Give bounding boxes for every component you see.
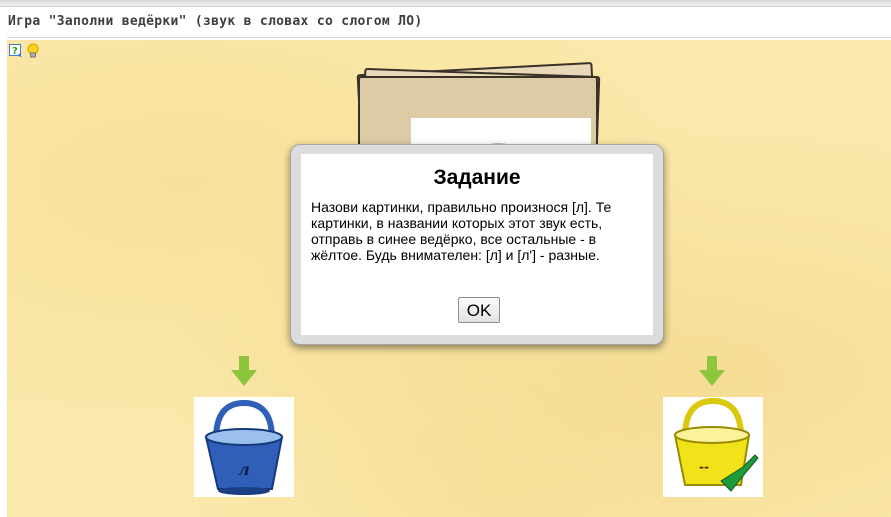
ok-button[interactable]: OK bbox=[458, 297, 500, 323]
dialog-title: Задание bbox=[433, 166, 521, 189]
arrow-down-icon bbox=[231, 356, 257, 386]
yellow-bucket[interactable]: -- bbox=[663, 397, 763, 497]
help-question-icon[interactable]: ? bbox=[9, 44, 23, 58]
page-title: Игра "Заполни ведёрки" (звук в словах со… bbox=[8, 14, 423, 29]
dialog-text: Назови картинки, правильно произнося [л]… bbox=[311, 199, 612, 263]
svg-text:?: ? bbox=[12, 46, 18, 57]
blue-bucket[interactable]: л bbox=[194, 397, 294, 497]
game-area: ? л -- Задание Назови картинки, правильн… bbox=[7, 40, 891, 517]
yellow-bucket-icon: -- bbox=[673, 397, 759, 492]
arrow-down-icon bbox=[699, 356, 725, 386]
blue-bucket-icon: л bbox=[204, 399, 284, 495]
dialog-body: Задание Назови картинки, правильно произ… bbox=[301, 154, 653, 335]
title-divider bbox=[7, 37, 891, 38]
bucket-label: -- bbox=[699, 460, 709, 474]
bucket-label: л bbox=[238, 460, 250, 479]
top-bar bbox=[0, 0, 891, 7]
task-dialog: Задание Назови картинки, правильно произ… bbox=[290, 144, 664, 345]
lightbulb-icon[interactable] bbox=[27, 43, 39, 59]
